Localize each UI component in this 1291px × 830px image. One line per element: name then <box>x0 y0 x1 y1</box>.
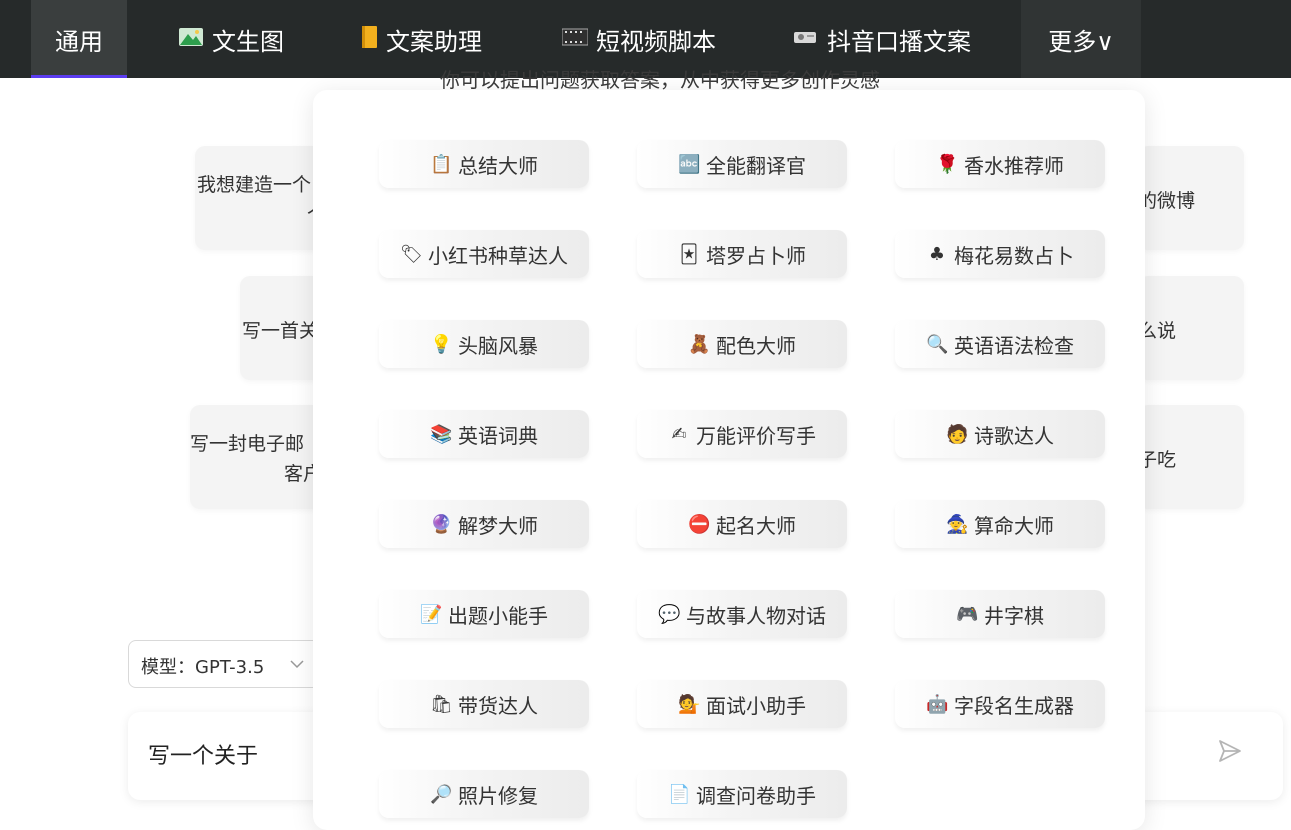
film-icon <box>561 27 589 51</box>
dropdown-item-label: 英语词典 <box>458 423 538 448</box>
tab-copywriting-assistant-label: 文案助理 <box>386 27 482 56</box>
mountain-icon <box>178 26 204 53</box>
dropdown-item-poetry-expert[interactable]: 🧑 诗歌达人 <box>895 410 1105 458</box>
crystal-ball-icon: 🔮 <box>430 513 453 535</box>
dropdown-item-grammar-check[interactable]: 🔍 英语语法检查 <box>895 320 1105 368</box>
tab-text-to-image-label: 文生图 <box>212 27 284 56</box>
dropdown-item-label: 起名大师 <box>716 513 796 538</box>
dropdown-item-review-writer[interactable]: ✍ 万能评价写手 <box>637 410 847 458</box>
more-dropdown-panel: 📋 总结大师 🔤 全能翻译官 🌹 香水推荐师 🏷 小红书种草达人 🃏 塔罗占卜师… <box>313 90 1145 830</box>
page-subtitle: 你可以提出问题获取答案，从中获得更多创作灵感 <box>440 68 880 92</box>
prompt-card-5-line1: 写一封电子邮 <box>190 433 305 455</box>
dropdown-item-label: 英语语法检查 <box>954 333 1074 358</box>
dropdown-item-plum-blossom-divination[interactable]: ♣ 梅花易数占卜 <box>895 230 1105 278</box>
dropdown-item-label: 字段名生成器 <box>954 693 1074 718</box>
dropdown-item-survey-assistant[interactable]: 📄 调查问卷助手 <box>637 770 847 818</box>
dropdown-item-summary-master[interactable]: 📋 总结大师 <box>379 140 589 188</box>
tab-text-to-image[interactable]: 文生图 <box>178 0 284 78</box>
prompt-card-1-line1: 我想建造一个 <box>197 174 312 196</box>
books-icon: 📚 <box>430 423 453 445</box>
active-tab-indicator <box>31 75 127 78</box>
notebook-icon <box>360 25 378 54</box>
gamepad-icon: 🎮 <box>956 603 979 625</box>
tab-douyin-script-label: 抖音口播文案 <box>827 27 971 56</box>
abc-icon: 🔤 <box>678 153 701 175</box>
tab-more-label: 更多∨ <box>1048 27 1114 56</box>
mage-icon: 🧙 <box>946 513 969 535</box>
dropdown-item-label: 出题小能手 <box>448 603 548 628</box>
dropdown-item-label: 照片修复 <box>458 783 538 808</box>
dropdown-item-english-dictionary[interactable]: 📚 英语词典 <box>379 410 589 458</box>
model-select[interactable]: 模型：GPT-3.5 <box>128 640 320 688</box>
dropdown-item-tic-tac-toe[interactable]: 🎮 井字棋 <box>895 590 1105 638</box>
dropdown-item-dream-interpreter[interactable]: 🔮 解梦大师 <box>379 500 589 548</box>
dropdown-item-field-name-generator[interactable]: 🤖 字段名生成器 <box>895 680 1105 728</box>
shopping-bag-icon: 🛍 <box>430 693 453 715</box>
projector-icon <box>793 27 819 52</box>
prompt-card-2[interactable]: 的微博 <box>1138 146 1244 250</box>
dropdown-item-label: 配色大师 <box>716 333 796 358</box>
dropdown-item-sales-expert[interactable]: 🛍 带货达人 <box>379 680 589 728</box>
model-select-label: 模型：GPT-3.5 <box>141 657 265 678</box>
no-entry-icon: ⛔ <box>688 513 711 535</box>
dropdown-item-perfume-recommender[interactable]: 🌹 香水推荐师 <box>895 140 1105 188</box>
dropdown-item-label: 算命大师 <box>974 513 1054 538</box>
dropdown-item-naming-master[interactable]: ⛔ 起名大师 <box>637 500 847 548</box>
dropdown-item-quiz-maker[interactable]: 📝 出题小能手 <box>379 590 589 638</box>
prompt-card-2-line1: 的微博 <box>1138 190 1196 212</box>
document-icon: 📄 <box>668 783 691 805</box>
tag-icon: 🏷 <box>400 243 423 265</box>
memo-icon: 📝 <box>420 603 443 625</box>
prompt-card-3-line1: 写一首关 <box>242 320 319 342</box>
robot-icon: 🤖 <box>926 693 949 715</box>
dropdown-item-label: 解梦大师 <box>458 513 538 538</box>
dropdown-item-label: 头脑风暴 <box>458 333 538 358</box>
club-icon: ♣ <box>928 243 946 265</box>
dropdown-item-label: 带货达人 <box>458 693 538 718</box>
dropdown-item-label: 井字棋 <box>984 603 1044 628</box>
dropdown-item-fortune-teller[interactable]: 🧙 算命大师 <box>895 500 1105 548</box>
dropdown-item-label: 总结大师 <box>458 153 538 178</box>
dropdown-item-label: 面试小助手 <box>706 693 806 718</box>
dropdown-item-tarot-reader[interactable]: 🃏 塔罗占卜师 <box>637 230 847 278</box>
dropdown-item-label: 万能评价写手 <box>696 423 816 448</box>
dropdown-item-label: 梅花易数占卜 <box>954 243 1074 268</box>
lightbulb-icon: 💡 <box>430 333 453 355</box>
clipboard-icon: 📋 <box>430 153 453 175</box>
dropdown-item-label: 香水推荐师 <box>964 153 1064 178</box>
tab-more-dropdown[interactable]: 更多∨ <box>1021 0 1141 78</box>
chevron-down-icon <box>289 656 305 675</box>
prompt-card-4[interactable]: 么说 <box>1138 276 1244 380</box>
dropdown-item-label: 小红书种草达人 <box>428 243 568 268</box>
dropdown-item-interview-assistant[interactable]: 💁 面试小助手 <box>637 680 847 728</box>
dropdown-item-photo-restoration[interactable]: 🔎 照片修复 <box>379 770 589 818</box>
dropdown-item-xiaohongshu-expert[interactable]: 🏷 小红书种草达人 <box>379 230 589 278</box>
writing-hand-icon: ✍ <box>671 423 687 445</box>
send-icon[interactable] <box>1217 738 1247 768</box>
tab-general-label: 通用 <box>55 27 103 56</box>
dropdown-item-label: 塔罗占卜师 <box>706 243 806 268</box>
dropdown-item-label: 调查问卷助手 <box>696 783 816 808</box>
dropdown-item-label: 与故事人物对话 <box>686 603 826 628</box>
dropdown-item-brainstorm[interactable]: 💡 头脑风暴 <box>379 320 589 368</box>
rose-icon: 🌹 <box>936 153 959 175</box>
chat-input-text: 写一个关于 <box>148 744 259 769</box>
dropdown-item-label: 全能翻译官 <box>706 153 806 178</box>
tab-general[interactable]: 通用 <box>31 0 127 78</box>
dropdown-item-translator[interactable]: 🔤 全能翻译官 <box>637 140 847 188</box>
dropdown-item-label: 诗歌达人 <box>974 423 1054 448</box>
dropdown-item-color-master[interactable]: 🧸 配色大师 <box>637 320 847 368</box>
tab-short-video-script-label: 短视频脚本 <box>596 27 716 56</box>
dropdown-item-story-character-chat[interactable]: 💬 与故事人物对话 <box>637 590 847 638</box>
card-icon: 🃏 <box>679 243 699 265</box>
prompt-card-6[interactable]: 子吃 <box>1138 405 1244 509</box>
info-desk-person-icon: 💁 <box>678 693 701 715</box>
teddy-bear-icon: 🧸 <box>688 333 711 355</box>
person-icon: 🧑 <box>946 423 969 445</box>
magnifier-right-icon: 🔎 <box>430 783 453 805</box>
speech-bubble-icon: 💬 <box>658 603 681 625</box>
magnifier-icon: 🔍 <box>926 333 949 355</box>
